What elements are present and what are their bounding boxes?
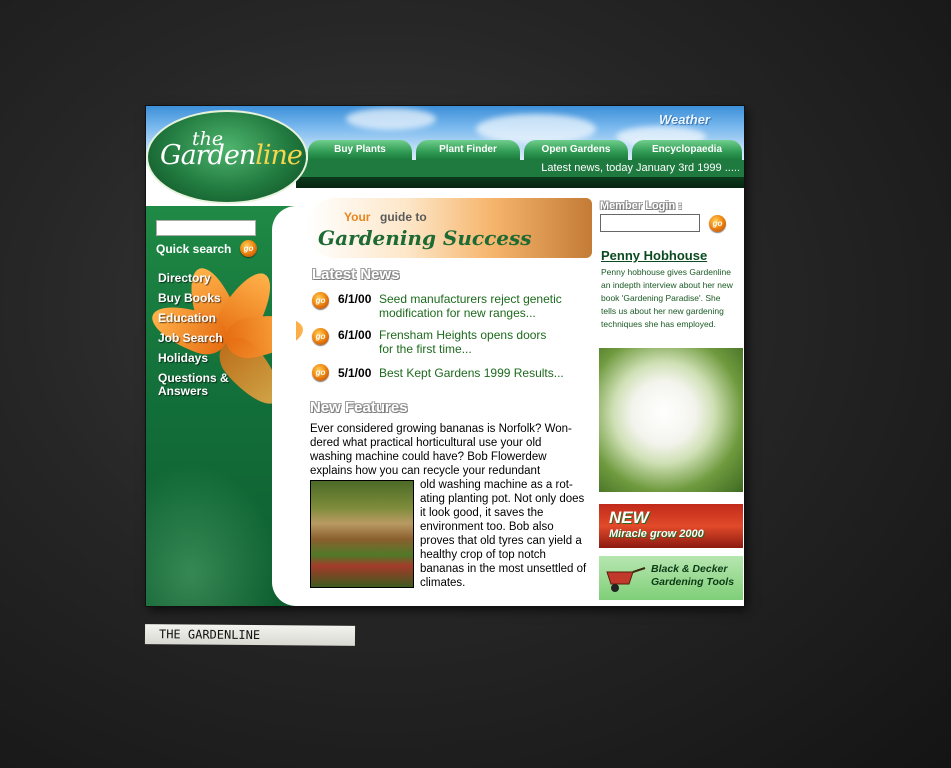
ad-new-label: NEW [609, 508, 649, 527]
black-decker-ad[interactable]: Black & Decker Gardening Tools [599, 556, 743, 600]
desktop-background: { "header": { "weather_label": "Weather"… [0, 0, 951, 768]
logo-garden-text: Garden [160, 140, 256, 171]
news-go-button[interactable]: go [312, 292, 329, 309]
member-login-input[interactable] [600, 214, 700, 232]
gardening-success-banner: Your guide to Gardening Success [306, 198, 592, 258]
news-go-button[interactable]: go [312, 364, 329, 381]
new-features-text-continued: old washing machine as a rot-ating plant… [420, 479, 587, 589]
sidebar-item-buy-books[interactable]: Buy Books [158, 292, 238, 305]
tab-buy-plants[interactable]: Buy Plants [308, 140, 412, 160]
sidebar-curve [272, 206, 296, 606]
new-features-heading: New Features [310, 399, 408, 416]
tab-open-gardens[interactable]: Open Gardens [524, 140, 628, 160]
tab-plant-finder[interactable]: Plant Finder [416, 140, 520, 160]
news-link[interactable]: Best Kept Gardens 1999 Results... [379, 366, 579, 380]
penny-hobhouse-link[interactable]: Penny Hobhouse [601, 248, 707, 263]
miracle-grow-ad[interactable]: NEW Miracle grow 2000 [599, 504, 743, 548]
news-date: 6/1/00 [338, 292, 372, 306]
ad-black-decker-label: Black & Decker Gardening Tools [651, 563, 735, 588]
latest-news-heading: Latest News [312, 266, 400, 283]
gardenline-logo[interactable]: the Gardenline [146, 110, 308, 204]
sidebar-item-education[interactable]: Education [158, 312, 238, 325]
top-nav-tabs: Buy Plants Plant Finder Open Gardens Enc… [296, 140, 744, 160]
quick-search-label: Quick search [156, 242, 232, 256]
tab-encyclopaedia[interactable]: Encyclopaedia [632, 140, 742, 160]
logo-wordmark: Gardenline [160, 140, 303, 171]
gardenline-site: Weather Buy Plants Plant Finder Open Gar… [146, 106, 744, 606]
site-title-label: THE GARDENLINE [144, 624, 356, 646]
sidebar-item-questions-answers[interactable]: Questions & Answers [158, 372, 238, 398]
wheelbarrow-icon [606, 567, 646, 592]
news-item: go 6/1/00 Frensham Heights opens doors f… [312, 328, 592, 356]
cloud [346, 108, 436, 130]
white-lily-photo [599, 348, 743, 492]
quick-search-input[interactable] [156, 220, 256, 236]
logo-line-text: line [255, 140, 303, 171]
news-item: go 5/1/00 Best Kept Gardens 1999 Results… [312, 364, 592, 384]
news-date: 5/1/00 [338, 366, 372, 380]
banner-your-text: Your [344, 210, 371, 224]
sidebar-item-directory[interactable]: Directory [158, 272, 238, 285]
news-ticker[interactable]: Latest news, today January 3rd 1999 ....… [296, 160, 744, 177]
news-item: go 6/1/00 Seed manufacturers reject gene… [312, 292, 592, 320]
weather-link[interactable]: Weather [659, 112, 710, 127]
banner-guide-text: guide to [380, 210, 427, 224]
penny-hobhouse-text: Penny hobhouse gives Gardenline an indep… [601, 267, 733, 329]
news-link[interactable]: Seed manufacturers reject genetic modifi… [379, 292, 579, 320]
news-date: 6/1/00 [338, 328, 372, 342]
sidebar-item-job-search[interactable]: Job Search [158, 332, 238, 345]
sidebar-item-holidays[interactable]: Holidays [158, 352, 238, 365]
member-login-go-button[interactable]: go [709, 215, 726, 232]
banner-title: Gardening Success [318, 226, 532, 250]
ad-miracle-grow-label: Miracle grow 2000 [609, 528, 704, 540]
news-go-button[interactable]: go [312, 328, 329, 345]
quick-search-go-button[interactable]: go [240, 240, 257, 257]
sidebar-nav: Directory Buy Books Education Job Search… [158, 272, 238, 405]
news-link[interactable]: Frensham Heights opens doors for the fir… [379, 328, 549, 356]
new-features-text: Ever considered growing bananas is Norfo… [310, 423, 572, 477]
cottage-garden-photo[interactable] [310, 480, 414, 588]
header-divider [296, 177, 744, 188]
member-login-label: Member Login : [600, 200, 682, 212]
